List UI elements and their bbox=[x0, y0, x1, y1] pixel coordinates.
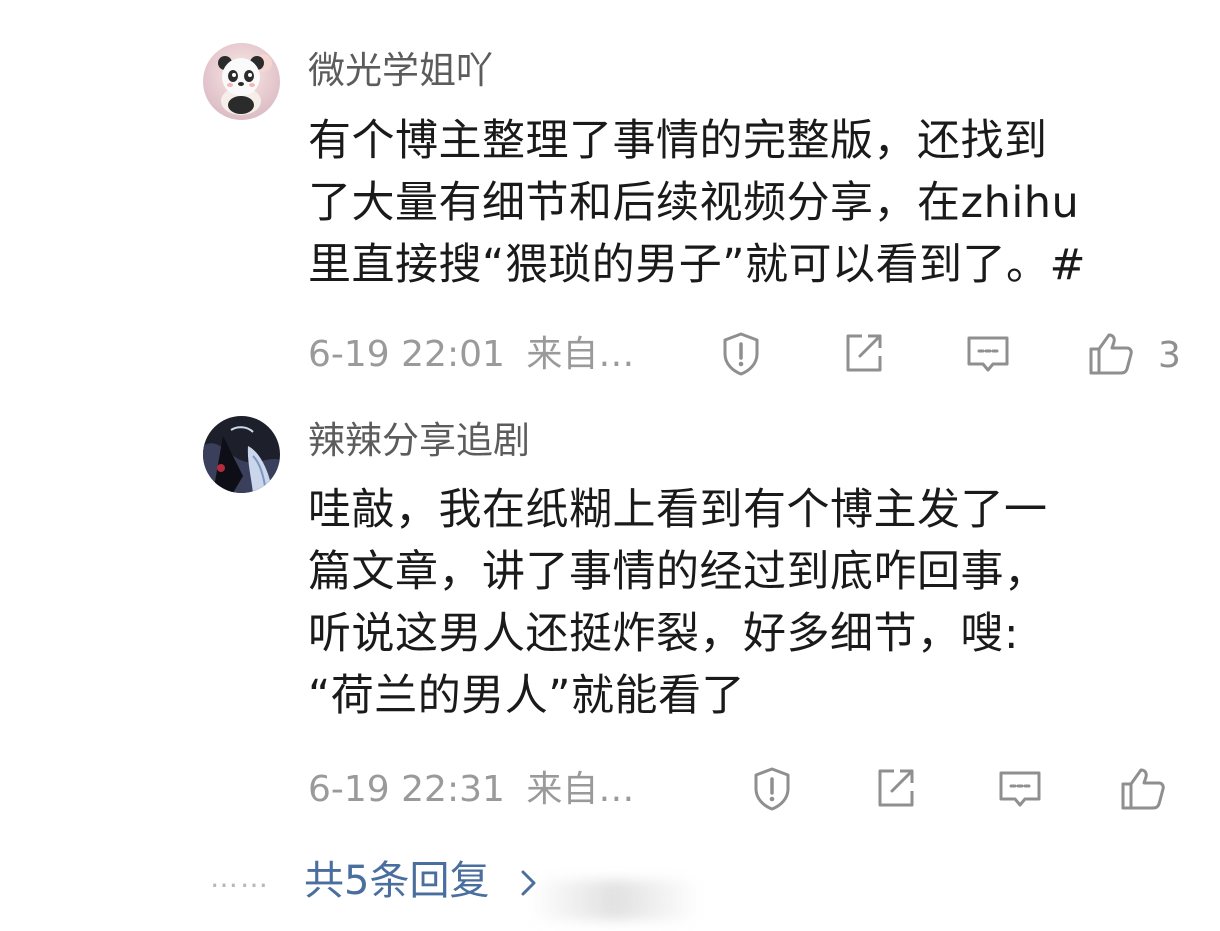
comment-line: 篇文章，讲了事情的经过到底咋回事， bbox=[308, 547, 1048, 597]
avatar[interactable] bbox=[203, 416, 280, 493]
timestamp: 6-19 22:01 bbox=[308, 334, 505, 375]
thumbs-up-icon bbox=[1089, 333, 1133, 375]
username[interactable]: 微光学姐吖 bbox=[308, 52, 493, 89]
share-button[interactable] bbox=[870, 763, 922, 815]
dots-separator: …… bbox=[210, 860, 270, 894]
reply-button[interactable] bbox=[994, 763, 1046, 815]
report-button[interactable] bbox=[715, 328, 767, 380]
report-shield-icon bbox=[723, 332, 759, 376]
comment-meta: 6-19 22:01 来自… bbox=[308, 337, 634, 373]
avatar[interactable] bbox=[203, 43, 280, 120]
comment-line: 有个博主整理了事情的完整版，还找到 bbox=[308, 116, 1048, 166]
share-icon bbox=[878, 769, 914, 807]
comment-bubble-icon bbox=[999, 771, 1041, 807]
share-button[interactable] bbox=[838, 328, 890, 380]
source-label: 来自… bbox=[526, 334, 635, 375]
thumbs-up-icon bbox=[1121, 768, 1165, 810]
source-label: 来自… bbox=[526, 769, 635, 810]
panda-avatar-icon bbox=[203, 43, 280, 120]
comment-line: 哇敲，我在纸糊上看到有个博主发了一 bbox=[308, 485, 1048, 535]
reply-button[interactable] bbox=[962, 328, 1014, 380]
comment-body: 有个博主整理了事情的完整版，还找到 了大量有细节和后续视频分享，在zhihu 里… bbox=[308, 110, 1188, 296]
comment-bubble-icon bbox=[967, 336, 1009, 372]
comment-line: 听说这男人还挺炸裂，好多细节，嗖: bbox=[308, 609, 1019, 659]
share-icon bbox=[846, 334, 882, 372]
anime-avatar-icon bbox=[203, 416, 280, 493]
timestamp: 6-19 22:31 bbox=[308, 769, 505, 810]
report-button[interactable] bbox=[746, 763, 798, 815]
report-shield-icon bbox=[754, 767, 790, 811]
comment-meta: 6-19 22:31 来自… bbox=[308, 772, 634, 808]
like-count: 3 bbox=[1158, 335, 1181, 376]
comment-line: 里直接搜“猥琐的男子”就可以看到了。# bbox=[308, 240, 1087, 290]
like-button[interactable] bbox=[1117, 762, 1169, 814]
comment-line: “荷兰的男人”就能看了 bbox=[308, 671, 746, 721]
watermark-blur bbox=[530, 880, 700, 920]
more-replies-label: 共5条回复 bbox=[304, 858, 490, 904]
view-more-replies-link[interactable]: 共5条回复 bbox=[304, 848, 538, 906]
more-replies-row: …… 共5条回复 bbox=[210, 852, 538, 904]
like-button[interactable] bbox=[1085, 327, 1137, 379]
comment-body: 哇敲，我在纸糊上看到有个博主发了一 篇文章，讲了事情的经过到底咋回事， 听说这男… bbox=[308, 479, 1188, 727]
username[interactable]: 辣辣分享追剧 bbox=[308, 422, 530, 459]
comment-line: 了大量有细节和后续视频分享，在zhihu bbox=[308, 178, 1080, 228]
